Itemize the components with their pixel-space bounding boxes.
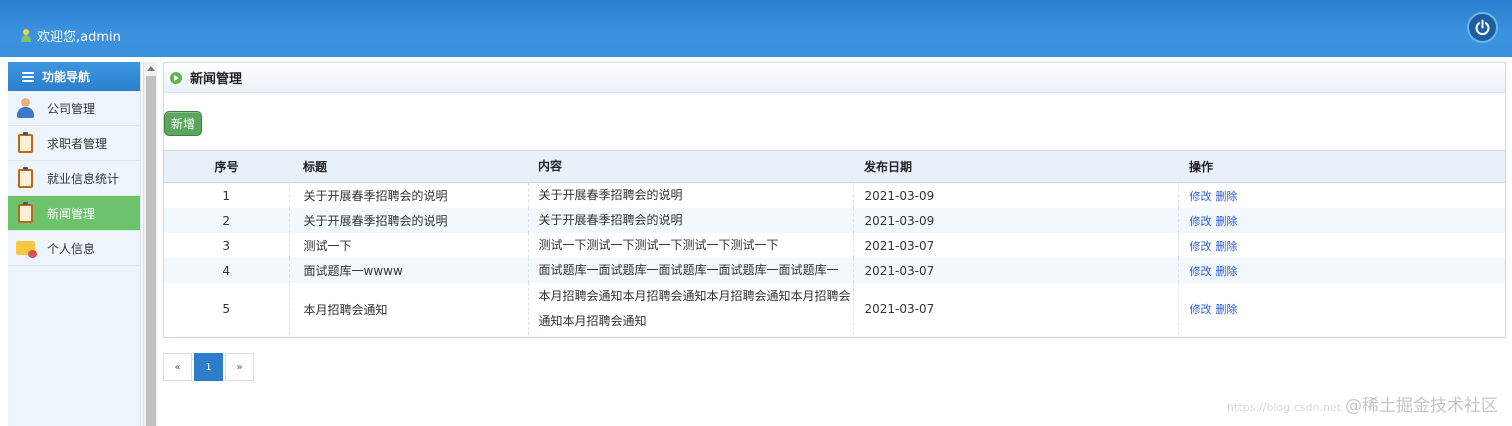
cell-no: 5 <box>222 302 231 316</box>
folder-icon <box>15 237 37 259</box>
edit-link[interactable]: 修改 <box>1190 303 1212 316</box>
sidebar-item-company[interactable]: 公司管理 <box>8 91 140 126</box>
table-row: 5 本月招聘会通知 本月招聘会通知本月招聘会通知本月招聘会通知本月招聘会通知本月… <box>164 283 1505 335</box>
edit-link[interactable]: 修改 <box>1190 265 1212 278</box>
sidebar-item-jobseekers[interactable]: 求职者管理 <box>8 126 140 161</box>
edit-link[interactable]: 修改 <box>1190 190 1212 203</box>
watermark-text: @稀土掘金技术社区 <box>1345 396 1498 416</box>
cell-title: 测试一下 <box>288 233 528 258</box>
scrollbar-thumb[interactable] <box>146 76 156 426</box>
delete-link[interactable]: 删除 <box>1216 265 1238 278</box>
cell-date: 2021-03-09 <box>852 208 1178 233</box>
logout-button[interactable] <box>1467 12 1498 43</box>
welcome-area: 欢迎您,admin <box>20 26 121 45</box>
column-header-date: 发布日期 <box>864 160 913 174</box>
delete-link[interactable]: 删除 <box>1216 190 1238 203</box>
pagination-page-1[interactable]: 1 <box>194 353 223 381</box>
delete-link[interactable]: 删除 <box>1216 240 1238 253</box>
sidebar-scrollbar[interactable] <box>143 62 157 426</box>
news-table: 序号 标题 内容 发布日期 操作 1 关于开展春季招聘会的说明 关于开展春季招聘… <box>164 150 1505 335</box>
pagination-next[interactable]: » <box>225 353 254 381</box>
table-row: 4 面试题库一wwww 面试题库一面试题库一面试题库一面试题库一面试题库一 20… <box>164 258 1505 283</box>
cell-date: 2021-03-07 <box>852 283 1178 335</box>
news-panel: 新闻管理 新增 序号 标题 内容 发布日期 操作 1 关于开展春季招聘会的说明 … <box>163 62 1506 338</box>
top-header: 欢迎您,admin <box>0 0 1512 57</box>
user-icon <box>20 28 32 43</box>
power-icon <box>1475 19 1490 36</box>
cell-date: 2021-03-07 <box>852 258 1178 283</box>
toolbar: 新增 <box>164 93 1505 150</box>
cell-actions: 修改 删除 <box>1177 208 1505 233</box>
cell-date: 2021-03-09 <box>852 182 1178 208</box>
column-header-content: 内容 <box>538 159 563 173</box>
watermark-url: https://blog.csdn.net <box>1227 401 1341 414</box>
cell-no: 3 <box>222 238 231 253</box>
cell-title: 关于开展春季招聘会的说明 <box>288 182 528 208</box>
cell-title: 关于开展春季招聘会的说明 <box>288 208 528 233</box>
watermark: https://blog.csdn.net @稀土掘金技术社区 <box>1227 391 1498 416</box>
add-button[interactable]: 新增 <box>164 111 203 136</box>
cell-actions: 修改 删除 <box>1177 258 1505 283</box>
main-content: 新闻管理 新增 序号 标题 内容 发布日期 操作 1 关于开展春季招聘会的说明 … <box>163 62 1506 426</box>
table-row: 1 关于开展春季招聘会的说明 关于开展春季招聘会的说明 2021-03-09 修… <box>164 182 1505 208</box>
delete-link[interactable]: 删除 <box>1216 303 1238 316</box>
pagination: « 1 » <box>163 353 256 381</box>
person-icon <box>15 97 37 119</box>
play-icon <box>170 71 182 84</box>
page-title: 新闻管理 <box>190 72 243 87</box>
clipboard-icon <box>15 132 37 154</box>
column-header-title: 标题 <box>303 160 328 174</box>
table-row: 2 关于开展春季招聘会的说明 关于开展春季招聘会的说明 2021-03-09 修… <box>164 208 1505 233</box>
cell-title: 本月招聘会通知 <box>288 283 528 335</box>
list-icon <box>22 71 34 82</box>
cell-no: 4 <box>222 263 231 278</box>
delete-link[interactable]: 删除 <box>1216 215 1238 228</box>
cell-actions: 修改 删除 <box>1177 233 1505 258</box>
cell-content: 关于开展春季招聘会的说明 <box>527 208 853 233</box>
sidebar-item-news[interactable]: 新闻管理 <box>8 196 140 231</box>
cell-no: 2 <box>222 213 231 228</box>
cell-date: 2021-03-07 <box>852 233 1178 258</box>
welcome-text: 欢迎您,admin <box>37 30 121 45</box>
column-header-no: 序号 <box>214 160 239 174</box>
panel-header: 新闻管理 <box>164 63 1505 93</box>
cell-actions: 修改 删除 <box>1177 283 1505 335</box>
edit-link[interactable]: 修改 <box>1190 240 1212 253</box>
cell-content: 关于开展春季招聘会的说明 <box>527 182 853 208</box>
cell-actions: 修改 删除 <box>1177 182 1505 208</box>
sidebar-item-profile[interactable]: 个人信息 <box>8 231 140 266</box>
edit-link[interactable]: 修改 <box>1190 215 1212 228</box>
sidebar-title: 功能导航 <box>8 62 140 91</box>
sidebar-item-employment-stats[interactable]: 就业信息统计 <box>8 161 140 196</box>
clipboard-icon <box>15 202 37 224</box>
cell-title: 面试题库一wwww <box>288 258 528 283</box>
cell-no: 1 <box>222 188 231 203</box>
cell-content: 面试题库一面试题库一面试题库一面试题库一面试题库一 <box>527 258 853 283</box>
cell-content: 测试一下测试一下测试一下测试一下测试一下 <box>527 233 853 258</box>
table-header-row: 序号 标题 内容 发布日期 操作 <box>164 150 1505 183</box>
column-header-actions: 操作 <box>1189 160 1214 174</box>
scroll-up-arrow-icon[interactable] <box>147 66 155 71</box>
clipboard-icon <box>15 167 37 189</box>
table-row: 3 测试一下 测试一下测试一下测试一下测试一下测试一下 2021-03-07 修… <box>164 233 1505 258</box>
pagination-prev[interactable]: « <box>163 353 192 381</box>
cell-content: 本月招聘会通知本月招聘会通知本月招聘会通知本月招聘会通知本月招聘会通知 <box>527 283 853 335</box>
sidebar: 功能导航 公司管理 求职者管理 就业信息统计 新闻管理 个人信息 <box>8 62 141 426</box>
